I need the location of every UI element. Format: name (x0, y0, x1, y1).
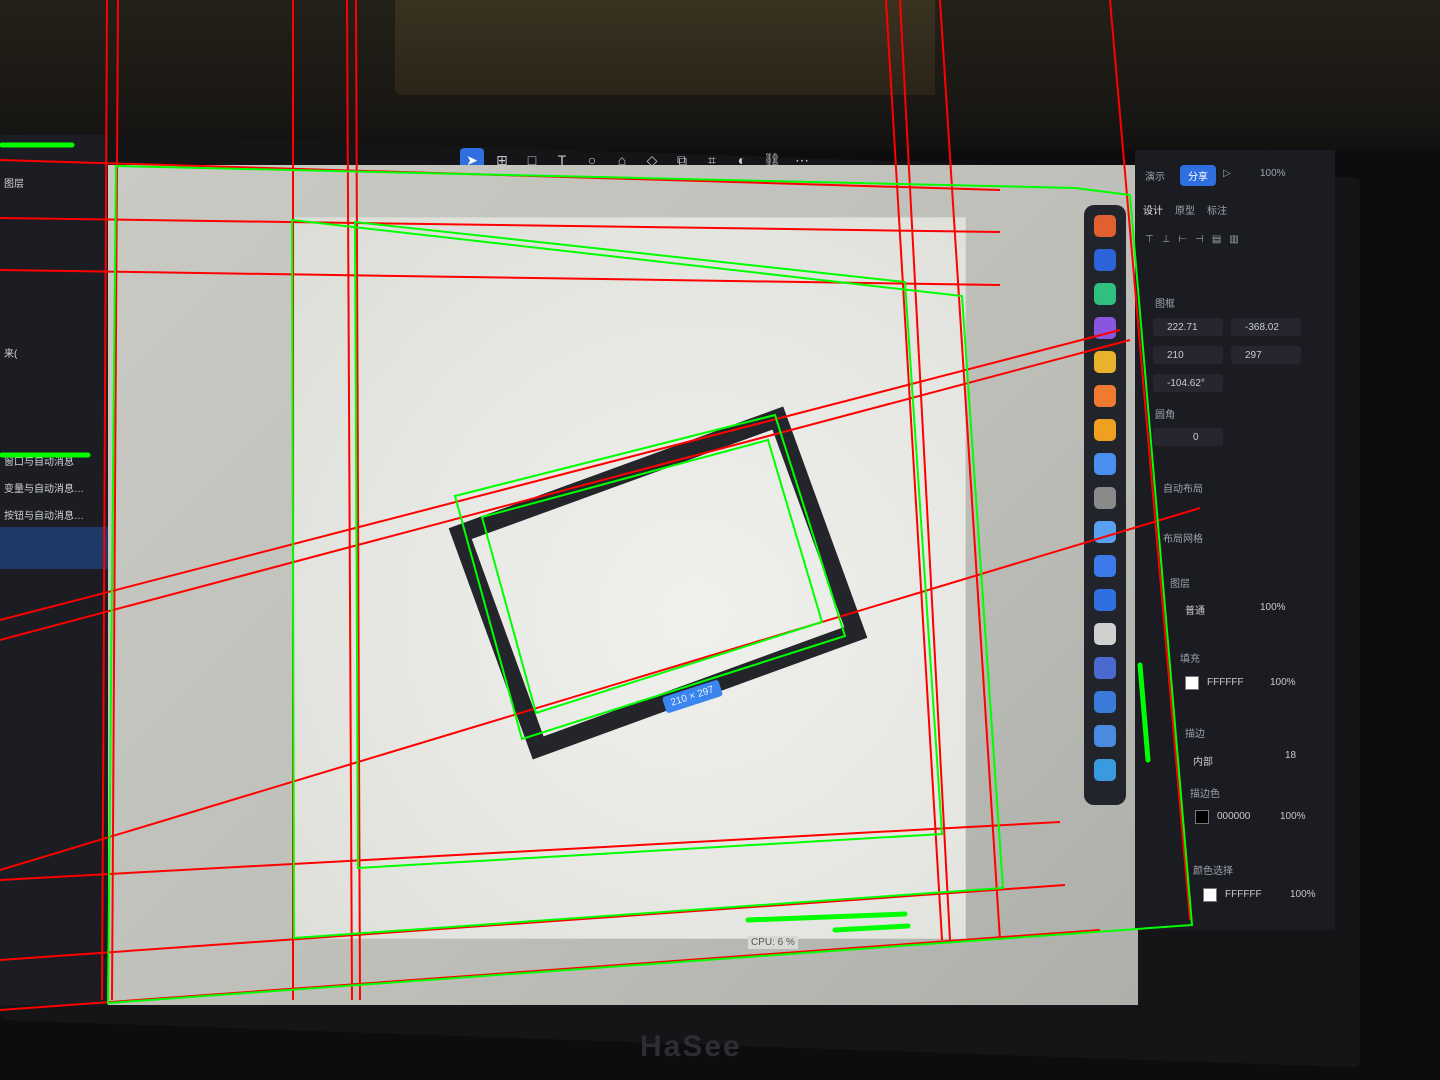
red-line (899, 0, 951, 941)
green-outline-canvas (106, 164, 1194, 1005)
red-line (0, 884, 1066, 961)
red-line (0, 339, 1131, 641)
red-line (0, 217, 1001, 233)
green-mark (1137, 662, 1151, 763)
red-line (939, 0, 1001, 941)
red-line (101, 0, 108, 1001)
green-mark (745, 911, 908, 923)
green-outline-shape-inner (480, 438, 824, 715)
red-lines (0, 0, 1201, 1011)
photo-scene: HaSee 图层 来( 窗口与自动消息 变量与自动消息… 按钮与自动消息… ➤ … (0, 0, 1440, 1080)
red-line (0, 329, 1121, 621)
green-mark (832, 923, 911, 933)
green-marks (0, 142, 1151, 933)
green-lines (106, 164, 1194, 1005)
red-line (1109, 0, 1191, 921)
green-outline-inner (353, 220, 944, 870)
red-line (346, 0, 353, 1001)
detection-overlay (0, 0, 1201, 1011)
green-outline-shape-outer (453, 413, 847, 741)
red-line (885, 0, 943, 941)
red-line (0, 507, 1201, 871)
red-line (0, 821, 1061, 881)
